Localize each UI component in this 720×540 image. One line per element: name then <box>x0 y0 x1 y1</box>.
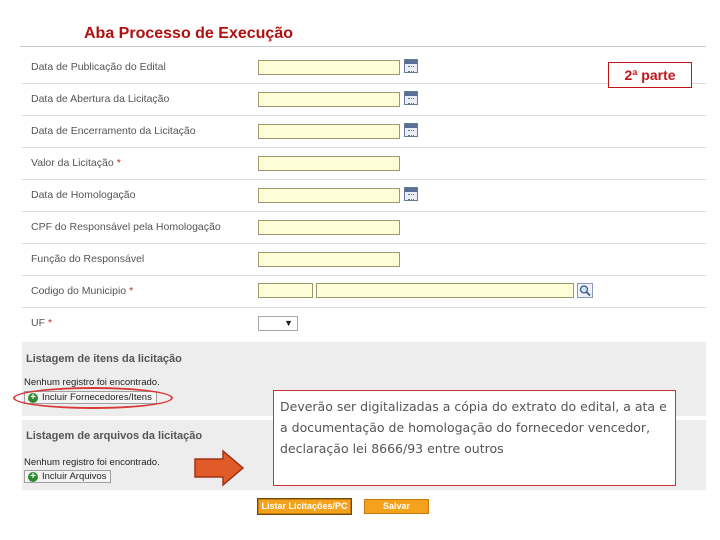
valor-licitacao-input[interactable] <box>258 156 400 171</box>
items-section-title: Listagem de itens da licitação <box>26 353 182 365</box>
part-label: 2ª parte <box>608 62 692 88</box>
data-publicacao-input[interactable] <box>258 60 400 75</box>
municipio-name-input[interactable] <box>316 283 574 298</box>
row-cpf-responsavel: CPF do Responsável pela Homologação <box>22 213 706 244</box>
funcao-responsavel-input[interactable] <box>258 252 400 267</box>
required-mark: * <box>116 157 121 169</box>
calendar-icon[interactable] <box>404 59 418 73</box>
row-codigo-municipio: Codigo do Municipio * <box>22 277 706 308</box>
row-data-homologacao: Data de Homologação <box>22 181 706 212</box>
field-label: CPF do Responsável pela Homologação <box>31 221 221 233</box>
field-label: UF * <box>31 317 53 329</box>
calendar-icon[interactable] <box>404 123 418 137</box>
plus-circle-icon: + <box>28 472 38 482</box>
field-label: Função do Responsável <box>31 253 145 265</box>
calendar-icon[interactable] <box>404 91 418 105</box>
dropdown-arrow-icon: ▼ <box>284 318 293 328</box>
list-licitacoes-button[interactable]: Listar Licitações/PC <box>257 498 352 515</box>
codigo-municipio-input[interactable] <box>258 283 313 298</box>
row-data-encerramento: Data de Encerramento da Licitação <box>22 117 706 148</box>
files-empty-text: Nenhum registro foi encontrado. <box>24 457 160 468</box>
required-mark: * <box>48 317 53 329</box>
data-encerramento-input[interactable] <box>258 124 400 139</box>
field-label: Data de Encerramento da Licitação <box>31 125 196 137</box>
field-label: Data de Abertura da Licitação <box>31 93 170 105</box>
required-mark: * <box>129 285 134 297</box>
field-label: Data de Publicação do Edital <box>31 61 166 73</box>
cpf-responsavel-input[interactable] <box>258 220 400 235</box>
field-label: Codigo do Municipio * <box>31 285 134 297</box>
uf-select[interactable]: ▼ <box>258 316 298 331</box>
data-homologacao-input[interactable] <box>258 188 400 203</box>
title-divider <box>20 46 706 47</box>
highlight-ellipse <box>13 387 173 409</box>
row-data-abertura: Data de Abertura da Licitação <box>22 85 706 116</box>
row-funcao-responsavel: Função do Responsável <box>22 245 706 276</box>
add-files-label: Incluir Arquivos <box>42 471 107 482</box>
row-uf: UF * ▼ <box>22 309 706 339</box>
calendar-icon[interactable] <box>404 187 418 201</box>
field-label: Data de Homologação <box>31 189 136 201</box>
search-icon[interactable] <box>577 283 593 298</box>
instruction-note: Deverão ser digitalizadas a cópia do ext… <box>273 390 676 486</box>
save-button[interactable]: Salvar <box>364 499 429 514</box>
row-valor-licitacao: Valor da Licitação * <box>22 149 706 180</box>
page-title: Aba Processo de Execução <box>84 25 293 42</box>
files-section-title: Listagem de arquivos da licitação <box>26 430 203 442</box>
row-data-publicacao: Data de Publicação do Edital <box>22 53 706 84</box>
data-abertura-input[interactable] <box>258 92 400 107</box>
arrow-right-icon <box>194 449 245 487</box>
field-label: Valor da Licitação * <box>31 157 121 169</box>
add-files-button[interactable]: + Incluir Arquivos <box>24 470 112 483</box>
